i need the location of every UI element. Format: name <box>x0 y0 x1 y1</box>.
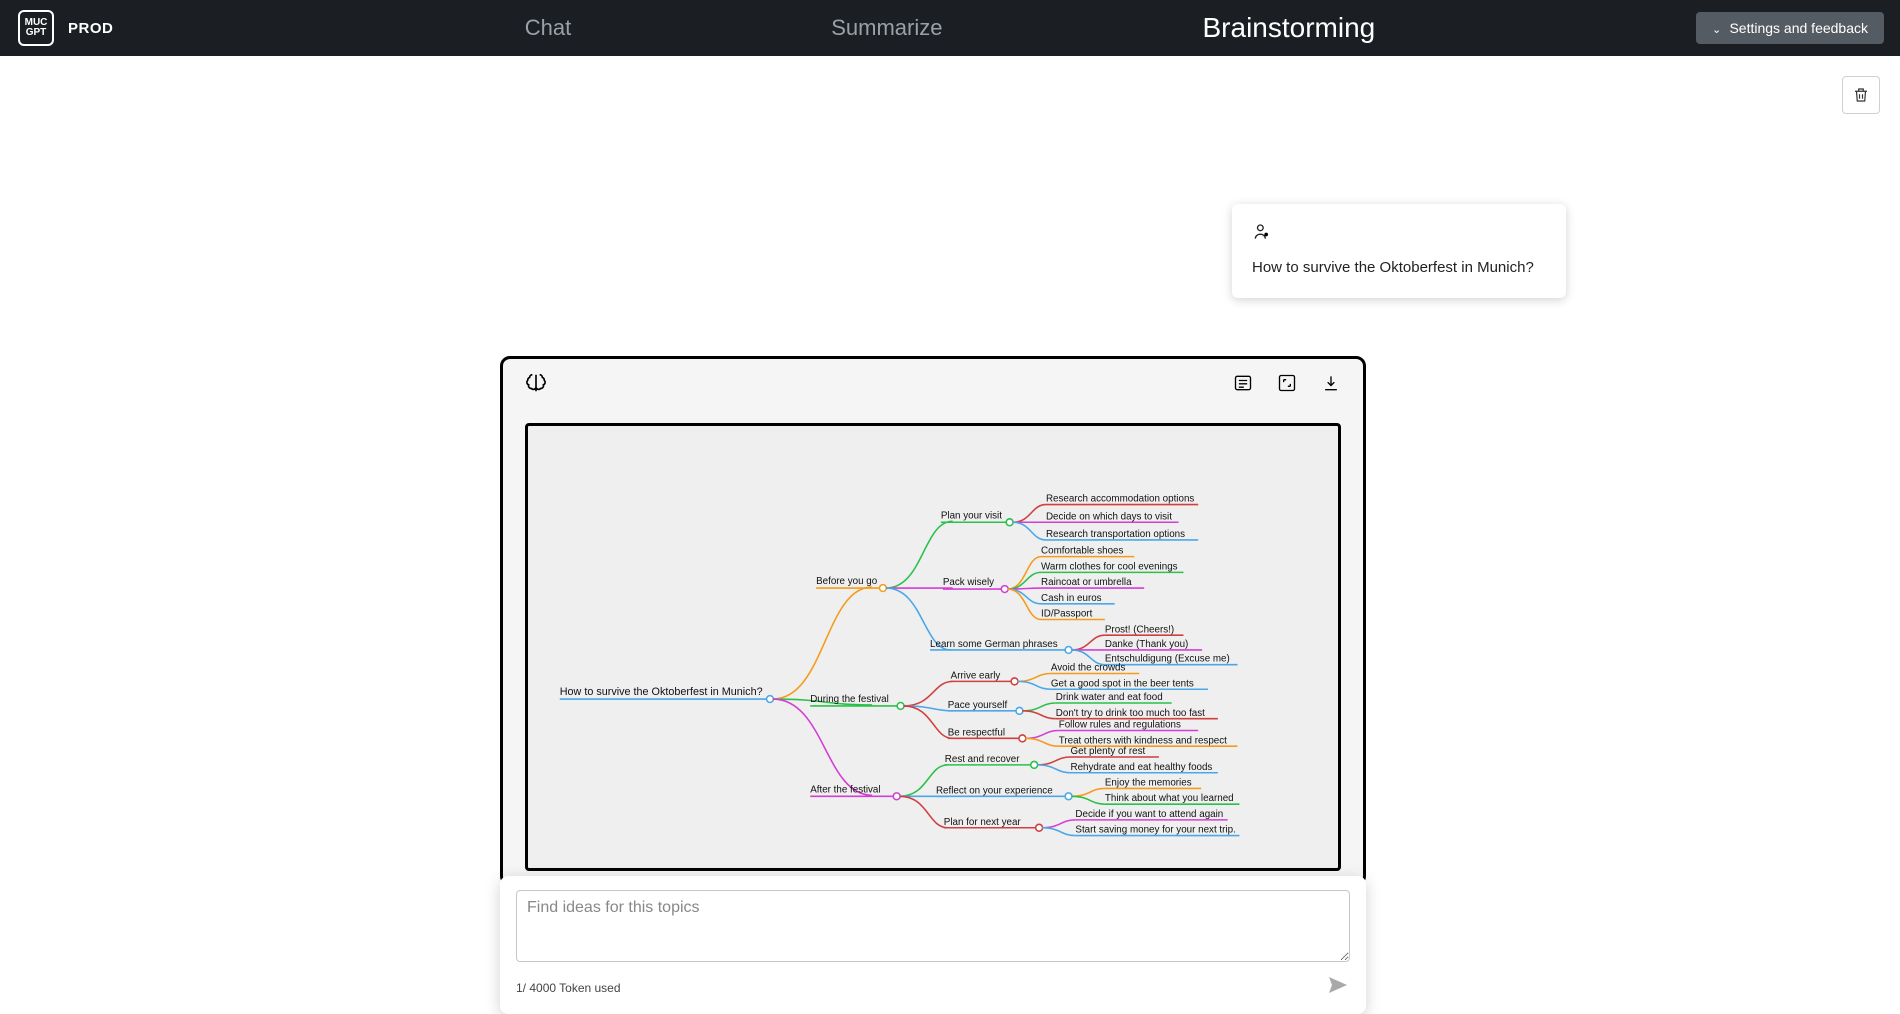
mm-leaf: Drink water and eat food <box>1056 692 1163 703</box>
mm-branch-2: During the festival <box>810 694 889 705</box>
mm-leaf: Research transportation options <box>1046 529 1185 540</box>
user-message-text: How to survive the Oktoberfest in Munich… <box>1252 259 1546 276</box>
tab-summarize[interactable]: Summarize <box>831 15 942 41</box>
clear-button[interactable] <box>1842 76 1880 114</box>
assistant-panel-header <box>503 359 1363 411</box>
mm-leaf: Decide on which days to visit <box>1046 511 1172 522</box>
mm-leaf: ID/Passport <box>1041 609 1093 620</box>
mm-root: How to survive the Oktoberfest in Munich… <box>560 686 763 698</box>
mm-leaf: Danke (Thank you) <box>1105 639 1188 650</box>
mm-b1-c3: Learn some German phrases <box>930 639 1058 650</box>
mm-leaf: Prost! (Cheers!) <box>1105 624 1174 635</box>
nav-tabs: Chat Summarize Brainstorming <box>525 12 1375 44</box>
tab-brainstorming[interactable]: Brainstorming <box>1203 12 1376 44</box>
mm-branch-1: Before you go <box>816 576 878 587</box>
trash-icon <box>1852 86 1870 104</box>
mm-leaf: Treat others with kindness and respect <box>1059 735 1227 746</box>
settings-label: Settings and feedback <box>1729 20 1868 36</box>
prompt-input[interactable] <box>516 890 1350 962</box>
tab-chat[interactable]: Chat <box>525 15 571 41</box>
mm-leaf: Start saving money for your next trip. <box>1075 825 1235 836</box>
mm-b2-c2: Pace yourself <box>948 700 1008 711</box>
mm-leaf: Don't try to drink too much too fast <box>1056 708 1205 719</box>
mm-leaf: Rehydrate and eat healthy foods <box>1071 762 1213 773</box>
logo-bottom: GPT <box>24 28 49 39</box>
mm-branch-3: After the festival <box>810 784 880 795</box>
mm-b1-c1: Plan your visit <box>941 510 1002 521</box>
prompt-input-card: 1/ 4000 Token used <box>500 876 1366 1014</box>
mm-leaf: Think about what you learned <box>1105 793 1234 804</box>
mm-leaf: Cash in euros <box>1041 593 1102 604</box>
send-button[interactable] <box>1326 973 1350 1002</box>
mm-b3-c2: Reflect on your experience <box>936 785 1053 796</box>
fullscreen-button[interactable] <box>1277 373 1297 398</box>
mm-leaf: Raincoat or umbrella <box>1041 577 1132 588</box>
user-icon <box>1252 222 1546 247</box>
user-message-card: How to survive the Oktoberfest in Munich… <box>1232 204 1566 298</box>
mm-b2-c1: Arrive early <box>951 670 1001 681</box>
mm-leaf: Get plenty of rest <box>1071 746 1146 757</box>
mm-leaf: Enjoy the memories <box>1105 777 1192 788</box>
mm-leaf: Research accommodation options <box>1046 494 1194 505</box>
logo: MUC GPT PROD <box>0 10 113 46</box>
mindmap-svg: How to survive the Oktoberfest in Munich… <box>528 426 1338 868</box>
settings-button[interactable]: ⌃ Settings and feedback <box>1696 12 1884 44</box>
brain-icon <box>525 372 547 399</box>
mindmap-canvas[interactable]: How to survive the Oktoberfest in Munich… <box>525 423 1341 871</box>
assistant-response-card: How to survive the Oktoberfest in Munich… <box>500 356 1366 886</box>
chevron-down-icon: ⌃ <box>1712 22 1721 35</box>
send-icon <box>1326 973 1350 997</box>
mm-b1-c2: Pack wisely <box>943 577 994 588</box>
input-footer: 1/ 4000 Token used <box>516 973 1350 1002</box>
download-button[interactable] <box>1321 373 1341 398</box>
mm-leaf: Warm clothes for cool evenings <box>1041 561 1178 572</box>
env-label: PROD <box>68 20 113 37</box>
mindmap-toolbar <box>1233 373 1341 398</box>
view-text-button[interactable] <box>1233 373 1253 398</box>
logo-badge: MUC GPT <box>18 10 54 46</box>
mm-leaf: Follow rules and regulations <box>1059 720 1181 731</box>
mm-leaf: Decide if you want to attend again <box>1075 809 1223 820</box>
app-header: MUC GPT PROD Chat Summarize Brainstormin… <box>0 0 1900 56</box>
token-usage: 1/ 4000 Token used <box>516 981 621 995</box>
mm-b3-c3: Plan for next year <box>944 817 1022 828</box>
mm-b3-c1: Rest and recover <box>945 754 1020 765</box>
mm-b2-c3: Be respectful <box>948 727 1005 738</box>
mm-leaf: Avoid the crowds <box>1051 663 1126 674</box>
mm-leaf: Comfortable shoes <box>1041 546 1123 557</box>
mm-leaf: Get a good spot in the beer tents <box>1051 678 1194 689</box>
